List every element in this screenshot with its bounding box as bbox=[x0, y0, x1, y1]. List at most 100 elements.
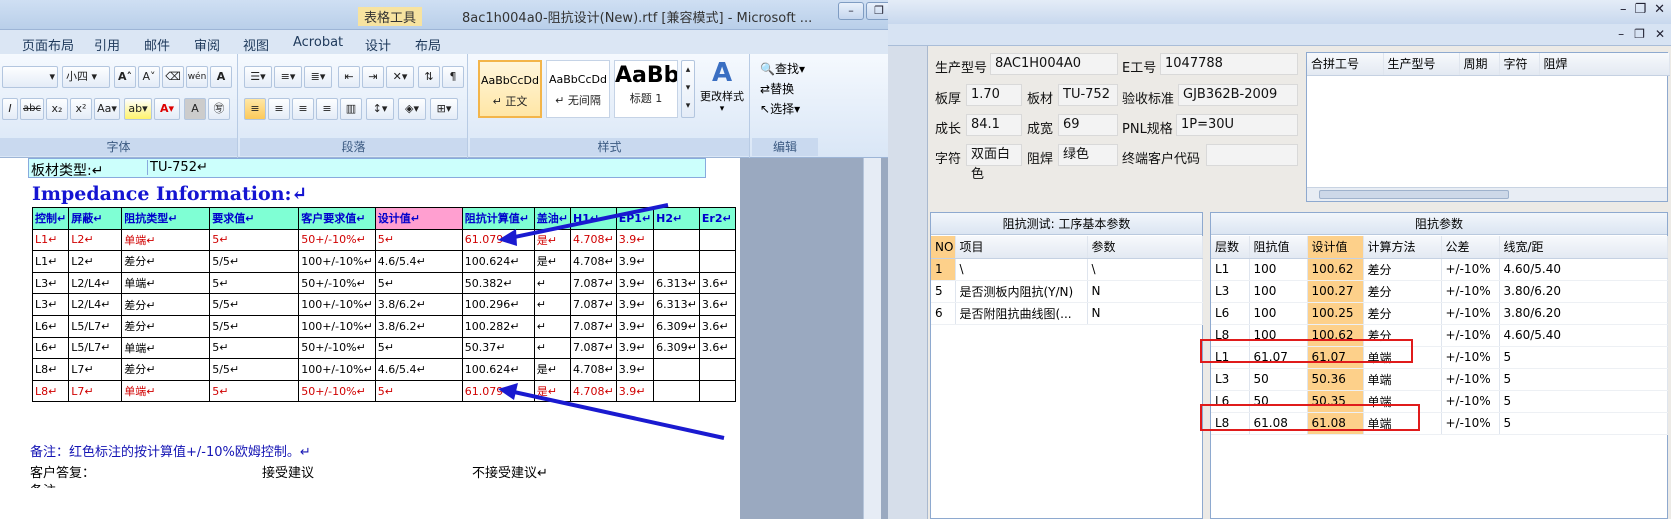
grid-cell: +/-10% bbox=[1441, 302, 1500, 325]
mdi-close-icon[interactable]: ✕ bbox=[1655, 27, 1665, 41]
grid-cell: +/-10% bbox=[1441, 324, 1500, 347]
grid-cell: 是否测板内阻抗(Y/N) bbox=[955, 280, 1088, 303]
job-label: E工号 bbox=[1122, 61, 1157, 76]
erp-restore-icon[interactable]: ❐ bbox=[1634, 2, 1646, 17]
impedance-param-col-header[interactable]: 层数 bbox=[1211, 236, 1250, 259]
highlight-box-l8 bbox=[1200, 404, 1420, 431]
test-header-row: NO 项目 参数 bbox=[931, 236, 1203, 259]
merge-col-header[interactable]: 阻焊 bbox=[1539, 53, 1670, 76]
grid-cell: 100.25 bbox=[1307, 302, 1364, 325]
merge-col-header[interactable]: 合拼工号 bbox=[1307, 53, 1384, 76]
length-field[interactable]: 84.1 bbox=[966, 114, 1022, 136]
customer-code-label: 终端客户代码 bbox=[1122, 152, 1201, 167]
material-field[interactable]: TU-752 bbox=[1058, 84, 1118, 106]
impedance-param-col-header[interactable]: 公差 bbox=[1441, 236, 1500, 259]
thickness-label: 板厚 bbox=[935, 92, 962, 107]
grid-cell: 5 bbox=[1499, 390, 1668, 413]
erp-left-gutter bbox=[888, 46, 928, 519]
grid-cell: 100 bbox=[1249, 302, 1308, 325]
merge-job-table: 合拼工号 生产型号 周期 字符 阻焊 bbox=[1307, 53, 1670, 76]
test-col-header[interactable]: NO bbox=[931, 236, 956, 259]
grid-cell: 差分 bbox=[1363, 280, 1442, 303]
list-item[interactable]: L1 100 100.62 差分 +/-10% 4.60/5.40 bbox=[1211, 258, 1668, 281]
test-params-panel: 阻抗测试: 工序基本参数 NO 项目 参数 1 \ \ 5 是否测板内阻抗(Y/N) N 6 是否… bbox=[930, 212, 1203, 519]
grid-cell: 5 bbox=[931, 280, 956, 303]
list-item[interactable]: 6 是否附阻抗曲线图(... N bbox=[931, 302, 1203, 325]
merge-header-row: 合拼工号 生产型号 周期 字符 阻焊 bbox=[1307, 53, 1670, 76]
grid-cell: L1 bbox=[1211, 258, 1250, 281]
grid-cell: +/-10% bbox=[1441, 390, 1500, 413]
grid-cell: \ bbox=[955, 258, 1088, 281]
grid-cell: 6 bbox=[931, 302, 956, 325]
grid-cell: L6 bbox=[1211, 302, 1250, 325]
grid-cell: 4.60/5.40 bbox=[1499, 324, 1668, 347]
red-mark-note: 备注：红色标注的按计算值+/-10%欧姆控制。↵ bbox=[30, 445, 311, 460]
erp-minimize-icon[interactable]: – bbox=[1620, 2, 1627, 17]
list-item[interactable]: L6 100 100.25 差分 +/-10% 3.80/6.20 bbox=[1211, 302, 1668, 325]
grid-cell: +/-10% bbox=[1441, 346, 1500, 369]
test-params-table: NO 项目 参数 1 \ \ 5 是否测板内阻抗(Y/N) N 6 是否附阻抗曲线图(... N bbox=[931, 236, 1203, 325]
char-field[interactable]: 双面白色 bbox=[966, 144, 1022, 182]
grid-cell: N bbox=[1087, 302, 1203, 325]
merge-scroll-thumb[interactable] bbox=[1319, 190, 1509, 199]
customer-reply-label: 客户答复： bbox=[30, 466, 96, 481]
test-col-header[interactable]: 参数 bbox=[1087, 236, 1203, 259]
mdi-restore-icon[interactable]: ❐ bbox=[1634, 27, 1645, 41]
test-col-header[interactable]: 项目 bbox=[955, 236, 1088, 259]
impedance-params-title: 阻抗参数 bbox=[1211, 213, 1667, 235]
impedance-param-col-header[interactable]: 计算方法 bbox=[1363, 236, 1442, 259]
grid-cell: 单端 bbox=[1363, 368, 1442, 391]
grid-cell: L3 bbox=[1211, 368, 1250, 391]
customer-code-field[interactable] bbox=[1206, 144, 1298, 166]
grid-cell: L3 bbox=[1211, 280, 1250, 303]
width-label: 成宽 bbox=[1027, 122, 1054, 137]
standard-field[interactable]: GJB362B-2009 bbox=[1178, 84, 1298, 106]
test-params-title: 阻抗测试: 工序基本参数 bbox=[931, 213, 1202, 235]
list-item[interactable]: L3 100 100.27 差分 +/-10% 3.80/6.20 bbox=[1211, 280, 1668, 303]
impedance-param-col-header[interactable]: 阻抗值 bbox=[1249, 236, 1308, 259]
model-field[interactable]: 8AC1H004A0 bbox=[990, 53, 1118, 75]
erp-close-icon[interactable]: ✕ bbox=[1654, 2, 1665, 17]
grid-cell: 100 bbox=[1249, 280, 1308, 303]
char-label: 字符 bbox=[935, 152, 962, 167]
merge-hscrollbar[interactable] bbox=[1307, 187, 1667, 201]
grid-cell: 3.80/6.20 bbox=[1499, 280, 1668, 303]
impedance-header-row: 层数 阻抗值 设计值 计算方法 公差 线宽/距 bbox=[1211, 236, 1668, 259]
erp-title-bar: – ❐ ✕ bbox=[888, 0, 1671, 24]
merge-col-header[interactable]: 周期 bbox=[1459, 53, 1500, 76]
grid-cell: 4.60/5.40 bbox=[1499, 258, 1668, 281]
job-field[interactable]: 1047788 bbox=[1160, 53, 1298, 75]
remark-label: 备注 bbox=[30, 480, 56, 488]
list-item[interactable]: L3 50 50.36 单端 +/-10% 5 bbox=[1211, 368, 1668, 391]
grid-cell: 是否附阻抗曲线图(... bbox=[955, 302, 1088, 325]
grid-cell: \ bbox=[1087, 258, 1203, 281]
length-label: 成长 bbox=[935, 122, 962, 137]
pnl-label: PNL规格 bbox=[1122, 122, 1173, 137]
merge-col-header[interactable]: 生产型号 bbox=[1383, 53, 1460, 76]
mask-label: 阻焊 bbox=[1027, 152, 1054, 167]
mask-field[interactable]: 绿色 bbox=[1058, 144, 1118, 166]
list-item[interactable]: 1 \ \ bbox=[931, 258, 1203, 281]
thickness-field[interactable]: 1.70 bbox=[966, 84, 1022, 106]
grid-cell: 100.27 bbox=[1307, 280, 1364, 303]
accept-suggestion: 接受建议 bbox=[262, 466, 315, 481]
merge-col-header[interactable]: 字符 bbox=[1499, 53, 1540, 76]
arrow-head-l8-icon bbox=[498, 383, 518, 400]
grid-cell: 3.80/6.20 bbox=[1499, 302, 1668, 325]
list-item[interactable]: 5 是否测板内阻抗(Y/N) N bbox=[931, 280, 1203, 303]
grid-cell: 5 bbox=[1499, 412, 1668, 435]
mdi-minimize-icon[interactable]: – bbox=[1618, 27, 1624, 41]
width-field[interactable]: 69 bbox=[1058, 114, 1118, 136]
impedance-param-col-header[interactable]: 设计值 bbox=[1307, 236, 1364, 259]
impedance-params-panel: 阻抗参数 层数 阻抗值 设计值 计算方法 公差 线宽/距 L1 100 100.62 差分 +/-… bbox=[1210, 212, 1668, 519]
arrow-to-l8-icon bbox=[504, 388, 725, 440]
highlight-box-l1 bbox=[1200, 339, 1413, 363]
impedance-param-col-header[interactable]: 线宽/距 bbox=[1499, 236, 1668, 259]
arrow-head-l1-icon bbox=[498, 229, 517, 246]
pnl-field[interactable]: 1P=30U bbox=[1176, 114, 1298, 136]
merge-job-grid: 合拼工号 生产型号 周期 字符 阻焊 bbox=[1306, 52, 1670, 202]
word-window: 表格工具 8ac1h004a0-阻抗设计(New).rtf [兼容模式] - M… bbox=[0, 0, 944, 519]
grid-cell: 差分 bbox=[1363, 302, 1442, 325]
grid-cell: +/-10% bbox=[1441, 368, 1500, 391]
grid-cell: 100 bbox=[1249, 258, 1308, 281]
